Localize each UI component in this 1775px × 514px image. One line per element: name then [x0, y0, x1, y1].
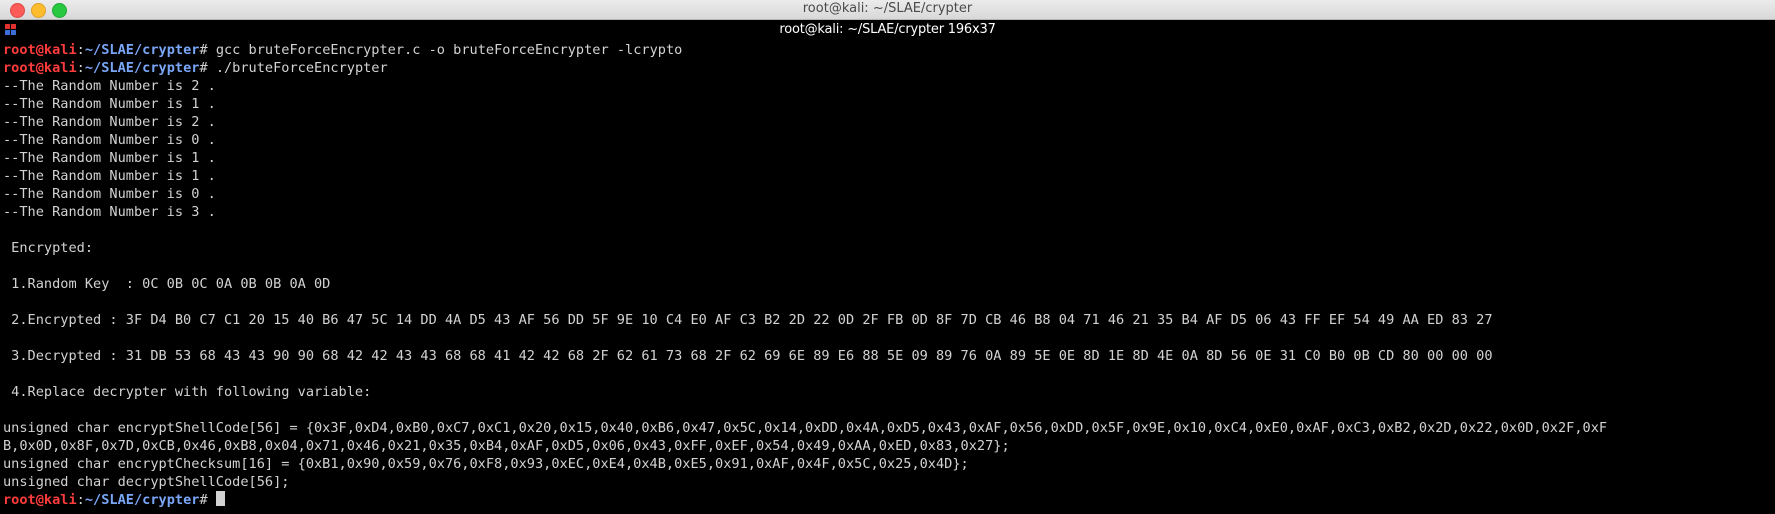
output-line: --The Random Number is 1 . [3, 150, 216, 166]
output-line: Encrypted: [3, 240, 94, 256]
code-line: unsigned char encryptShellCode[56] = {0x… [3, 420, 1608, 436]
output-line: --The Random Number is 1 . [3, 168, 216, 184]
terminal-header: root@kali: ~/SLAE/crypter 196x37 [0, 20, 1775, 40]
prompt-symbol: # [199, 492, 208, 508]
code-line: B,0x0D,0x8F,0x7D,0xCB,0x46,0xB8,0x04,0x7… [3, 438, 1010, 454]
prompt-path: ~/SLAE/crypter [84, 42, 200, 58]
output-line: --The Random Number is 0 . [3, 186, 216, 202]
prompt-user: root@kali [3, 42, 77, 58]
command-text: gcc bruteForceEncrypter.c -o bruteForceE… [215, 42, 683, 58]
command-line: root@kali:~/SLAE/crypter# gcc bruteForce… [3, 42, 683, 58]
text-cursor[interactable] [215, 491, 225, 506]
prompt-user: root@kali [3, 60, 77, 76]
window-titlebar: root@kali: ~/SLAE/crypter [0, 0, 1775, 20]
output-line: 1.Random Key : 0C 0B 0C 0A 0B 0B 0A 0D [3, 276, 331, 292]
code-line: unsigned char decryptShellCode[56]; [3, 474, 290, 490]
output-line: --The Random Number is 3 . [3, 204, 216, 220]
output-line: 3.Decrypted : 31 DB 53 68 43 43 90 90 68… [3, 348, 1493, 364]
output-line: --The Random Number is 2 . [3, 114, 216, 130]
output-line: --The Random Number is 2 . [3, 78, 216, 94]
prompt-symbol: # [199, 42, 208, 58]
output-line: --The Random Number is 1 . [3, 96, 216, 112]
output-line: 4.Replace decrypter with following varia… [3, 384, 372, 400]
terminal-output: root@kali:~/SLAE/crypter# gcc bruteForce… [3, 41, 1775, 509]
output-line: --The Random Number is 0 . [3, 132, 216, 148]
output-line: 2.Encrypted : 3F D4 B0 C7 C1 20 15 40 B6… [3, 312, 1493, 328]
prompt-path: ~/SLAE/crypter [84, 492, 200, 508]
terminal-title: root@kali: ~/SLAE/crypter 196x37 [779, 22, 996, 37]
window-title: root@kali: ~/SLAE/crypter [802, 1, 973, 16]
code-line: unsigned char encryptChecksum[16] = {0xB… [3, 456, 969, 472]
terminal-area[interactable]: root@kali: ~/SLAE/crypter 196x37 root@ka… [0, 20, 1775, 514]
prompt-path: ~/SLAE/crypter [84, 60, 200, 76]
command-line: root@kali:~/SLAE/crypter# [3, 491, 1775, 509]
command-line: root@kali:~/SLAE/crypter# ./bruteForceEn… [3, 60, 388, 76]
command-text: ./bruteForceEncrypter [215, 60, 388, 76]
prompt-user: root@kali [3, 492, 77, 508]
prompt-symbol: # [199, 60, 208, 76]
